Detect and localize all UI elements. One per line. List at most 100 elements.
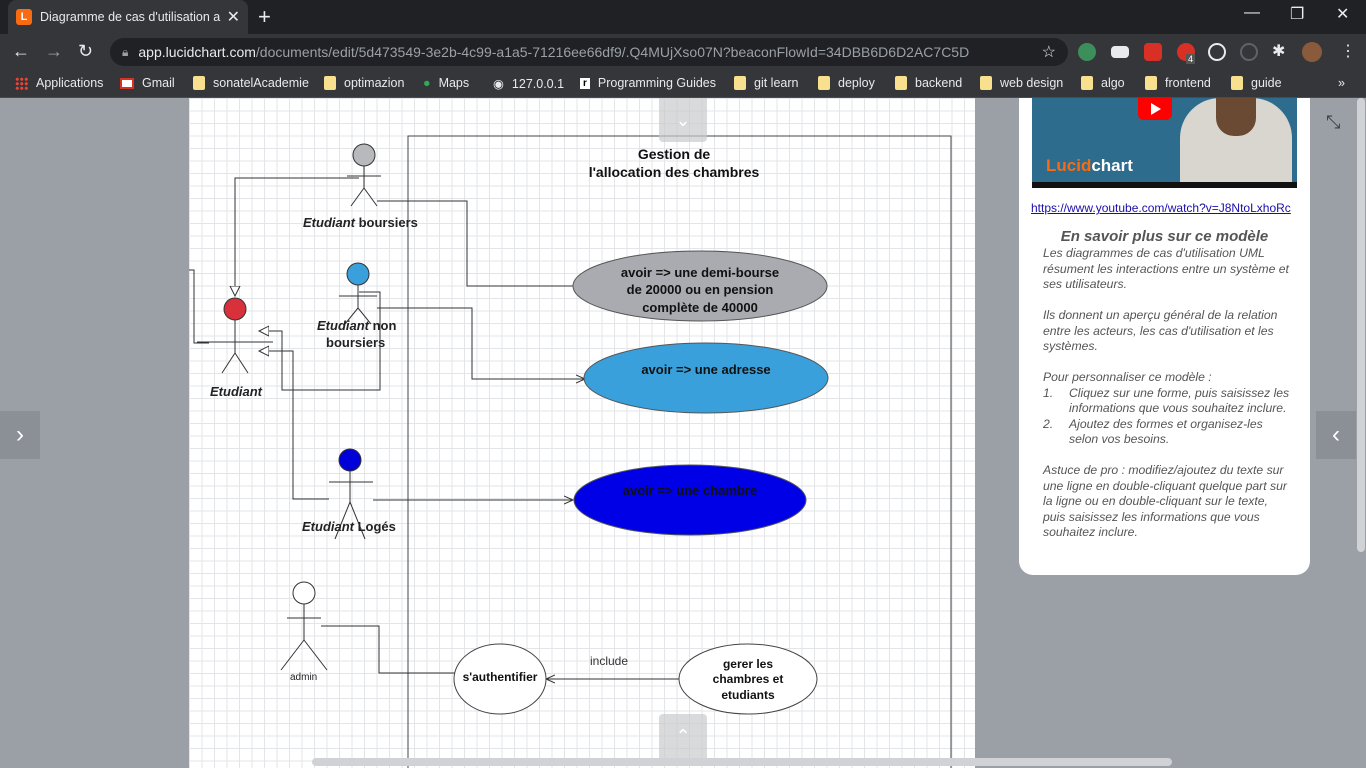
generalization-loges[interactable] [259, 351, 329, 500]
address-bar[interactable]: 🔒︎ app.lucidchart.com/documents/edit/5d4… [110, 38, 1068, 66]
bookmark-deploy[interactable]: deploy [818, 76, 875, 90]
vertical-scrollbar[interactable] [1357, 98, 1365, 552]
lock-icon: 🔒︎ [122, 44, 129, 59]
tab-close-icon[interactable]: ✕ [227, 7, 240, 27]
bookmark-label: algo [1101, 76, 1125, 90]
system-title-line2: l'allocation des chambres [589, 164, 760, 180]
bookmark-optimazion[interactable]: optimazion [324, 76, 404, 90]
tab-title: Diagramme de cas d'utilisation al [40, 10, 221, 24]
extension-recycle-icon[interactable] [1240, 43, 1258, 61]
actor-non-boursiers-label-line2: boursiers [326, 335, 385, 350]
bookmark-label: sonatelAcademie [213, 76, 309, 90]
collapse-top-chevron-icon[interactable]: ⌄ [659, 98, 707, 142]
gmail-icon [120, 77, 134, 89]
bookmark-label: web design [1000, 76, 1064, 90]
profile-avatar[interactable] [1302, 42, 1322, 62]
bookmark-programming-guides[interactable]: r Programming Guides [580, 76, 716, 90]
bookmark-applications[interactable]: Applications [15, 76, 103, 90]
new-tab-icon[interactable]: + [258, 4, 271, 30]
usecase-demi-bourse-line3: complète de 40000 [642, 300, 758, 315]
bookmark-label: git learn [754, 76, 799, 90]
lucidchart-favicon-icon: L [16, 9, 32, 25]
folder-icon [818, 76, 830, 90]
usecase-authentifier[interactable]: s'authentifier [453, 643, 547, 715]
horizontal-scrollbar[interactable] [312, 758, 1172, 766]
panel-body: Les diagrammes de cas d'utilisation UML … [1043, 246, 1293, 556]
template-info-panel: Lucidchart https://www.youtube.com/watch… [1019, 98, 1310, 575]
bookmark-gmail[interactable]: Gmail [120, 76, 175, 90]
extension-globe-icon[interactable] [1078, 43, 1096, 61]
usecase-auth-label: s'authentifier [463, 670, 538, 684]
bookmark-git-learn[interactable]: git learn [734, 76, 798, 90]
actor-admin[interactable] [280, 581, 328, 671]
back-arrow-icon[interactable]: ← [12, 41, 30, 62]
apps-grid-icon [15, 76, 28, 90]
diagram-page[interactable]: Gestion de l'allocation des chambres Etu… [189, 98, 975, 768]
reload-icon[interactable]: ↻ [78, 41, 93, 62]
usecase-gerer-line2: chambres et [713, 672, 784, 686]
folder-icon [1081, 76, 1093, 90]
extension-gplus-icon[interactable] [1144, 43, 1162, 61]
usecase-chambre-label: avoir => une chambre [623, 483, 757, 498]
bookmark-label: backend [915, 76, 963, 90]
bookmark-algo[interactable]: algo [1081, 76, 1125, 90]
browser-toolbar: ← → ↻ 🔒︎ app.lucidchart.com/documents/ed… [0, 34, 1366, 70]
minimize-icon[interactable]: — [1244, 4, 1260, 22]
usecase-gerer[interactable]: gerer les chambres et etudiants [678, 643, 818, 715]
panel-heading: En savoir plus sur ce modèle [1060, 228, 1269, 245]
panel-para-1: Les diagrammes de cas d'utilisation UML … [1043, 246, 1289, 291]
bookmark-guide[interactable]: guide [1231, 76, 1282, 90]
actor-etudiant-non-boursiers[interactable] [339, 262, 377, 325]
r-logo-icon: r [580, 77, 590, 89]
bookmark-label: optimazion [344, 76, 405, 90]
bookmark-label: Programming Guides [597, 76, 717, 90]
bookmarks-overflow-icon[interactable]: » [1338, 76, 1345, 90]
url-host: app.lucidchart.com [138, 44, 256, 60]
window-close-icon[interactable]: ✕ [1336, 4, 1349, 24]
use-case-diagram[interactable]: Gestion de l'allocation des chambres Etu… [189, 98, 975, 768]
maps-pin-icon: ● [423, 76, 431, 90]
extension-react-icon[interactable] [1208, 43, 1226, 61]
left-panel-toggle-icon[interactable]: › [0, 411, 40, 459]
assoc-admin-auth[interactable] [321, 625, 456, 674]
actor-etudiant-boursiers[interactable] [347, 143, 381, 207]
actor-non-boursiers-label: Etudiant non [317, 318, 396, 333]
active-tab[interactable]: L Diagramme de cas d'utilisation al ✕ [8, 0, 248, 34]
youtube-link[interactable]: https://www.youtube.com/watch?v=J8NtoLxh… [1031, 201, 1291, 215]
bookmark-label: deploy [838, 76, 875, 90]
usecase-chambre[interactable]: avoir => une chambre [573, 464, 807, 536]
usecase-adresse[interactable]: avoir => une adresse [583, 342, 829, 414]
bookmark-localhost[interactable]: ◉ 127.0.0.1 [493, 76, 564, 92]
restore-icon[interactable]: ❐ [1290, 4, 1304, 24]
extension-card-icon[interactable] [1111, 46, 1129, 58]
connector-offscreen[interactable] [189, 269, 209, 344]
panel-para-3: Pour personnaliser ce modèle : [1043, 370, 1212, 384]
panel-step-1: 1. Cliquez sur une forme, puis saisissez … [1043, 385, 1290, 416]
forward-arrow-icon[interactable]: → [45, 41, 63, 62]
right-panel-toggle-icon[interactable]: ‹ [1316, 411, 1356, 459]
generalization-boursiers[interactable] [235, 177, 359, 296]
usecase-gerer-line3: etudiants [721, 688, 775, 702]
bookmark-star-icon[interactable]: ☆ [1042, 42, 1056, 62]
extensions-puzzle-icon[interactable]: ✱ [1272, 41, 1285, 61]
collapse-arrows-icon[interactable]: ⤡ [1326, 112, 1340, 133]
tutorial-video-thumbnail[interactable]: Lucidchart [1032, 98, 1297, 188]
url-path: /documents/edit/5d473549-3e2b-4c99-a1a5-… [255, 44, 970, 60]
bookmark-label: Gmail [142, 76, 175, 90]
bookmark-maps[interactable]: ● Maps [423, 76, 469, 90]
bookmark-backend[interactable]: backend [895, 76, 962, 90]
expand-bottom-chevron-icon[interactable]: ⌃ [659, 714, 707, 758]
menu-kebab-icon[interactable]: ⋮ [1340, 41, 1356, 61]
bookmark-frontend[interactable]: frontend [1145, 76, 1211, 90]
panel-steps: 1. Cliquez sur une forme, puis saisissez … [1043, 386, 1293, 448]
bookmark-sonatelacademie[interactable]: sonatelAcademie [193, 76, 309, 90]
system-title-line1: Gestion de [638, 146, 711, 162]
usecase-demi-bourse[interactable]: avoir => une demi-bourse de 20000 ou en … [572, 250, 828, 322]
youtube-play-icon[interactable] [1138, 98, 1172, 120]
folder-icon [193, 76, 205, 90]
actor-etudiant[interactable] [197, 297, 273, 374]
panel-para-4: Astuce de pro : modifiez/ajoutez du text… [1043, 463, 1287, 539]
bookmark-label: Applications [36, 76, 104, 90]
include-label: include [590, 654, 628, 668]
bookmark-web-design[interactable]: web design [980, 76, 1063, 90]
